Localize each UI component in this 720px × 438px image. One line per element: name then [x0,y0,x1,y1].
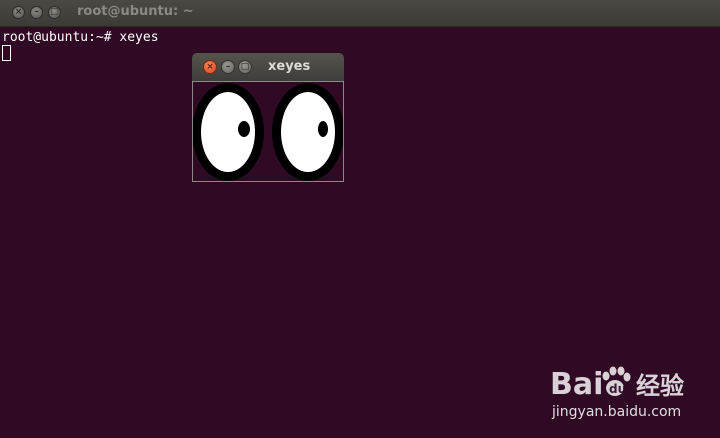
left-eye [193,83,264,181]
xeyes-minimize-icon[interactable]: – [221,60,235,74]
xeyes-titlebar[interactable]: × – □ xeyes [192,53,344,81]
terminal-maximize-icon[interactable]: □ [48,6,61,19]
xeyes-window[interactable]: × – □ xeyes [192,53,344,182]
svg-text:经验: 经验 [636,372,684,400]
xeyes-close-icon[interactable]: × [203,60,217,74]
left-pupil [238,121,250,137]
terminal-title: root@ubuntu: ~ [77,4,194,19]
xeyes-maximize-icon[interactable]: □ [238,60,252,74]
eyes-graphic [193,83,343,181]
baidu-logo: Bai du 经验 [550,366,684,402]
watermark-url: jingyan.baidu.com [552,404,682,420]
terminal-prompt-line: root@ubuntu:~# xeyes [2,30,159,45]
right-pupil [318,121,328,137]
xeyes-canvas [192,81,344,182]
terminal-titlebar[interactable]: × – □ root@ubuntu: ~ [0,0,720,27]
right-eye [272,83,343,181]
baidu-watermark: Bai du 经验 jingyan.baidu.com [548,360,718,430]
svg-text:du: du [609,382,626,396]
xeyes-title: xeyes [268,59,311,74]
terminal-minimize-icon[interactable]: – [30,6,43,19]
baidu-paw-icon: du [602,366,631,396]
terminal-close-icon[interactable]: × [12,6,25,19]
svg-text:Bai: Bai [550,367,603,402]
terminal-cursor [2,45,11,61]
